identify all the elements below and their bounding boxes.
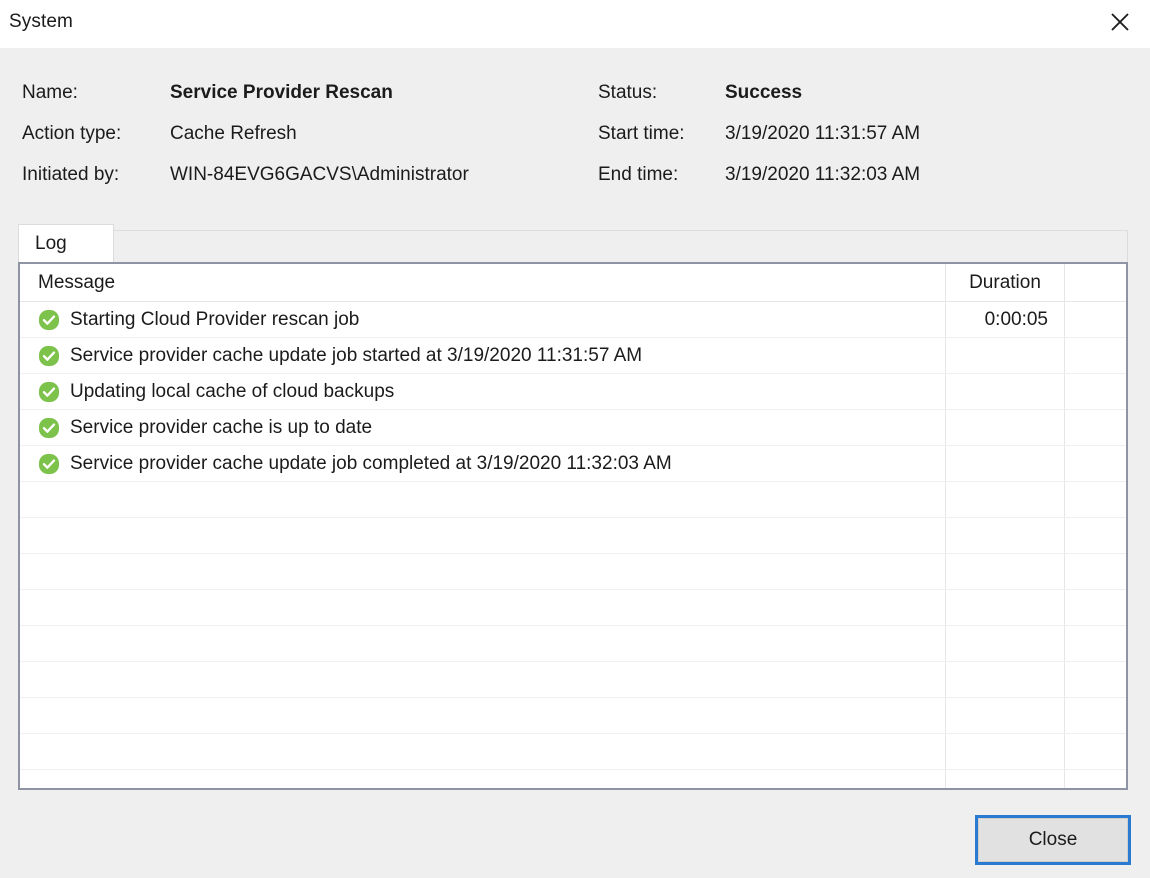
- start-time-value: 3/19/2020 11:31:57 AM: [725, 123, 921, 144]
- cell-message: [20, 518, 945, 553]
- name-value: Service Provider Rescan: [170, 82, 393, 103]
- cell-extra: [1065, 626, 1126, 661]
- message-text: Service provider cache is up to date: [70, 416, 373, 438]
- success-check-icon: [38, 381, 60, 403]
- cell-duration: [946, 662, 1064, 697]
- cell-duration: [946, 698, 1064, 733]
- success-check-icon: [38, 453, 60, 475]
- status-label: Status:: [598, 82, 658, 103]
- log-list-panel[interactable]: Message Duration Starting Cloud Provider…: [18, 262, 1128, 790]
- success-check-icon: [38, 417, 60, 439]
- table-row[interactable]: Service provider cache update job comple…: [20, 446, 1126, 482]
- cell-extra: [1065, 734, 1126, 769]
- table-row-empty[interactable]: [20, 698, 1126, 734]
- cell-extra: [1065, 698, 1126, 733]
- cell-message: [20, 734, 945, 769]
- cell-message: [20, 698, 945, 733]
- action-type-label: Action type:: [22, 123, 122, 144]
- message-text: Updating local cache of cloud backups: [70, 380, 395, 402]
- session-info: Name: Service Provider Rescan Action typ…: [0, 48, 1150, 208]
- cell-message: [20, 770, 945, 788]
- cell-duration: [946, 374, 1064, 409]
- table-row[interactable]: Starting Cloud Provider rescan job 0:00:0…: [20, 302, 1126, 338]
- cell-extra: [1065, 770, 1126, 788]
- cell-extra: [1065, 302, 1126, 337]
- message-text: Starting Cloud Provider rescan job: [70, 308, 360, 330]
- cell-message: [20, 590, 945, 625]
- tabstrip: Log: [18, 224, 1128, 262]
- table-header-row: Message Duration: [20, 264, 1126, 302]
- cell-message: Service provider cache update job comple…: [20, 446, 945, 481]
- end-time-label: End time:: [598, 164, 679, 185]
- initiated-by-label: Initiated by:: [22, 164, 120, 185]
- cell-extra: [1065, 518, 1126, 553]
- table-row-empty[interactable]: [20, 626, 1126, 662]
- success-check-icon: [38, 345, 60, 367]
- cell-duration: [946, 338, 1064, 373]
- cell-duration: [946, 518, 1064, 553]
- cell-extra: [1065, 554, 1126, 589]
- header-cell-duration[interactable]: Duration: [946, 264, 1064, 301]
- log-grid: Message Duration Starting Cloud Provider…: [20, 264, 1126, 788]
- cell-message: Service provider cache update job starte…: [20, 338, 945, 373]
- cell-message: [20, 662, 945, 697]
- cell-extra: [1065, 446, 1126, 481]
- cell-duration: [946, 626, 1064, 661]
- cell-message: Updating local cache of cloud backups: [20, 374, 945, 409]
- cell-duration: [946, 554, 1064, 589]
- cell-message: [20, 482, 945, 517]
- end-time-value: 3/19/2020 11:32:03 AM: [725, 164, 921, 185]
- status-value: Success: [725, 82, 803, 103]
- log-rows-container: Starting Cloud Provider rescan job 0:00:0…: [20, 302, 1126, 788]
- cell-extra: [1065, 338, 1126, 373]
- cell-message: [20, 554, 945, 589]
- close-x-icon[interactable]: [1090, 0, 1150, 44]
- cell-extra: [1065, 662, 1126, 697]
- cell-message: [20, 626, 945, 661]
- header-cell-message[interactable]: Message: [20, 264, 945, 301]
- start-time-label: Start time:: [598, 123, 685, 144]
- cell-extra: [1065, 410, 1126, 445]
- table-row-empty[interactable]: [20, 482, 1126, 518]
- message-text: Service provider cache update job starte…: [70, 344, 643, 366]
- cell-duration: [946, 482, 1064, 517]
- tabstrip-background: [18, 230, 1128, 262]
- table-row-empty[interactable]: [20, 770, 1126, 788]
- window-titlebar: System: [0, 0, 1150, 48]
- cell-extra: [1065, 374, 1126, 409]
- cell-duration: [946, 770, 1064, 788]
- table-row[interactable]: Service provider cache update job starte…: [20, 338, 1126, 374]
- cell-extra: [1065, 590, 1126, 625]
- window-title: System: [9, 11, 73, 32]
- initiated-by-value: WIN-84EVG6GACVS\Administrator: [170, 164, 469, 185]
- cell-extra: [1065, 482, 1126, 517]
- dialog-footer: Close: [0, 790, 1150, 878]
- close-button[interactable]: Close: [975, 815, 1131, 865]
- table-row[interactable]: Updating local cache of cloud backups: [20, 374, 1126, 410]
- cell-message: Service provider cache is up to date: [20, 410, 945, 445]
- table-row-empty[interactable]: [20, 554, 1126, 590]
- message-text: Service provider cache update job comple…: [70, 452, 672, 474]
- cell-duration: [946, 410, 1064, 445]
- cell-duration: [946, 590, 1064, 625]
- tab-log[interactable]: Log: [18, 224, 114, 262]
- cell-duration: [946, 446, 1064, 481]
- header-cell-extra[interactable]: [1065, 264, 1126, 301]
- success-check-icon: [38, 309, 60, 331]
- duration-text: 0:00:05: [984, 308, 1048, 330]
- action-type-value: Cache Refresh: [170, 123, 297, 144]
- table-row-empty[interactable]: [20, 590, 1126, 626]
- table-row[interactable]: Service provider cache is up to date: [20, 410, 1126, 446]
- table-row-empty[interactable]: [20, 518, 1126, 554]
- close-button-label: Close: [1028, 829, 1078, 850]
- name-label: Name:: [22, 82, 78, 103]
- table-row-empty[interactable]: [20, 734, 1126, 770]
- tab-log-label: Log: [35, 232, 67, 254]
- table-row-empty[interactable]: [20, 662, 1126, 698]
- cell-message: Starting Cloud Provider rescan job: [20, 302, 945, 337]
- cell-duration: 0:00:05: [946, 302, 1064, 337]
- cell-duration: [946, 734, 1064, 769]
